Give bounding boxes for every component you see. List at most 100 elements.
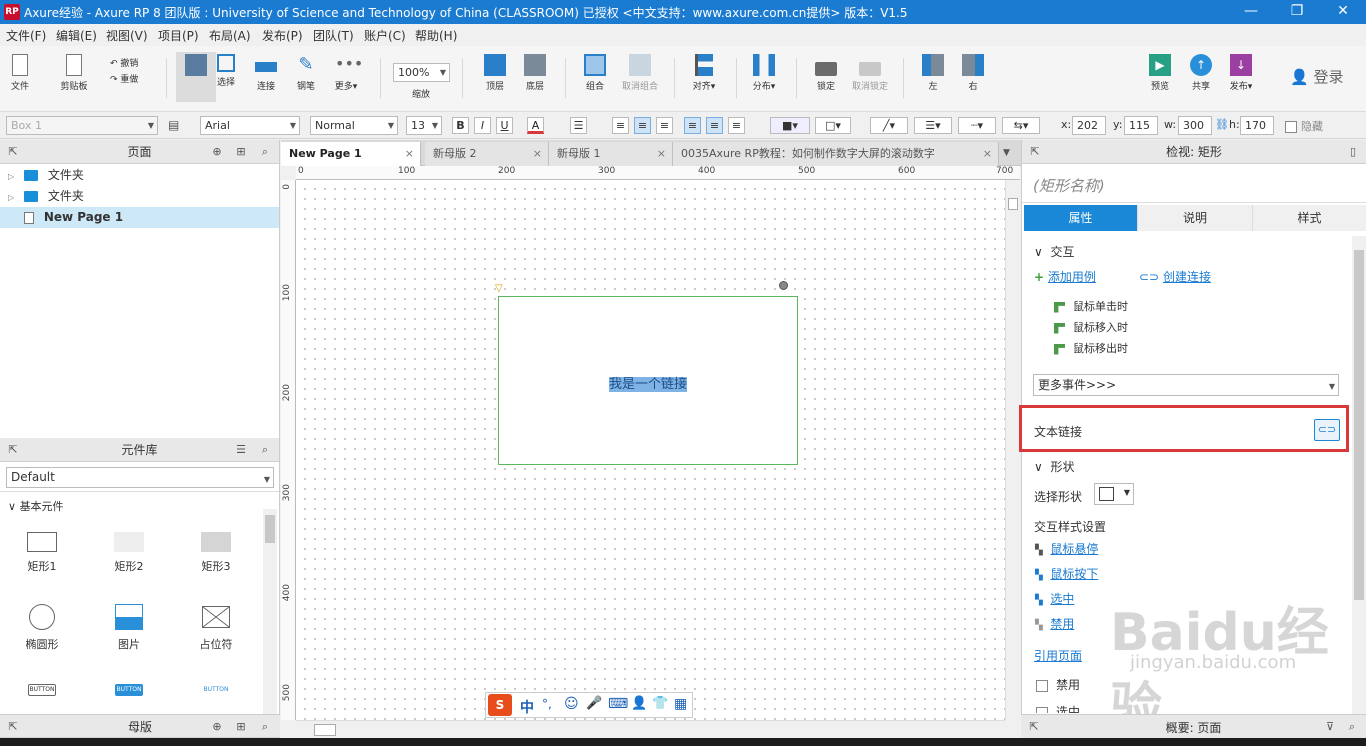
menu-edit[interactable]: 编辑(E) — [56, 27, 97, 44]
collapse-icon[interactable]: ⇱ — [6, 443, 20, 457]
menu-file[interactable]: 文件(F) — [6, 27, 46, 44]
filter-icon[interactable]: ⊽ — [1323, 720, 1337, 734]
skin-icon[interactable]: 👕 — [652, 696, 668, 711]
distribute-button[interactable]: 分布▾ — [744, 54, 784, 92]
checkbox-box[interactable] — [1036, 706, 1048, 713]
w-input[interactable]: 300 — [1178, 116, 1212, 135]
fill-color-icon[interactable]: ■▾ — [770, 117, 810, 134]
border-style-icon[interactable]: ┈▾ — [958, 117, 996, 134]
rectangle-text[interactable]: 我是一个链接 — [499, 373, 797, 392]
login-button[interactable]: 👤 登录 — [1290, 66, 1343, 87]
valign-top-icon[interactable]: ≡ — [684, 117, 701, 134]
sogou-logo-icon[interactable]: S — [488, 694, 512, 716]
select-shape-button[interactable]: ▼ — [1094, 483, 1134, 505]
align-right-icon[interactable]: ≡ — [656, 117, 673, 134]
minimize-button[interactable]: — — [1228, 0, 1274, 24]
shape-name-input[interactable]: (矩形名称) — [1022, 165, 1366, 203]
microphone-icon[interactable]: 🎤 — [586, 696, 602, 711]
align-left-icon[interactable]: ≡ — [612, 117, 629, 134]
undo-button[interactable]: ↶ 撤销 — [110, 56, 138, 69]
checkbox-box[interactable] — [1036, 679, 1048, 692]
add-page-icon[interactable]: ⊕ — [210, 145, 224, 159]
widget-link-button[interactable]: BUTTON — [181, 684, 251, 696]
expand-icon[interactable]: ▷ — [8, 193, 14, 202]
unlock-button[interactable]: 取消锁定 — [848, 54, 892, 92]
border-width-icon[interactable]: ☰▾ — [914, 117, 952, 134]
tabs-dropdown-icon[interactable]: ▼ — [1003, 148, 1010, 158]
style-disabled-link[interactable]: ▚ 禁用 — [1035, 615, 1074, 632]
section-shape[interactable]: ∨ 形状 — [1034, 458, 1074, 475]
style-selected-link[interactable]: ▚ 选中 — [1035, 590, 1074, 607]
add-case-link[interactable]: + 添加用例 — [1034, 268, 1096, 285]
keyboard-icon[interactable]: ⌨ — [608, 696, 628, 712]
menu-layout[interactable]: 布局(A) — [209, 27, 251, 44]
clipboard-button[interactable]: 剪贴板 — [54, 54, 94, 92]
user-icon[interactable]: 👤 — [631, 696, 647, 711]
font-family-select[interactable]: Arial ▼ — [200, 116, 300, 135]
event-onclick[interactable]: 鼠标单击时 — [1054, 298, 1128, 314]
tab-properties[interactable]: 属性 — [1024, 205, 1138, 231]
arrow-style-icon[interactable]: ⇆▾ — [1002, 117, 1040, 134]
section-basic[interactable]: ∨ 基本元件 — [8, 498, 64, 514]
tab-notes[interactable]: 说明 — [1138, 205, 1253, 231]
add-master-icon[interactable]: ⊕ — [210, 720, 224, 734]
text-color-button[interactable]: A — [527, 117, 544, 134]
widget-rect1[interactable]: 矩形1 — [7, 532, 77, 574]
collapse-icon[interactable]: ⇱ — [1028, 145, 1042, 159]
lock-button[interactable]: 锁定 — [806, 54, 846, 92]
rectangle-widget[interactable]: 我是一个链接 — [498, 296, 798, 465]
tree-item-page[interactable]: New Page 1 — [0, 207, 279, 228]
style-mousedown-link[interactable]: ▚ 鼠标按下 — [1035, 565, 1098, 582]
menu-publish[interactable]: 发布(P) — [262, 27, 303, 44]
bring-top-button[interactable]: 顶层 — [475, 54, 515, 92]
widget-name-field[interactable]: Box 1 ▼ — [6, 116, 158, 135]
widget-rect2[interactable]: 矩形2 — [94, 532, 164, 574]
ref-page-link[interactable]: 引用页面 — [1034, 647, 1082, 664]
menu-account[interactable]: 账户(C) — [364, 27, 406, 44]
italic-button[interactable]: I — [474, 117, 491, 134]
widget-ellipse[interactable]: 椭圆形 — [7, 604, 77, 652]
menu-project[interactable]: 项目(P) — [158, 27, 199, 44]
collapse-icon[interactable]: ⇱ — [6, 145, 20, 159]
more-events-select[interactable]: 更多事件>>> ▼ — [1033, 374, 1339, 396]
lock-ratio-icon[interactable]: ⛓ — [1215, 118, 1229, 131]
tree-item-folder[interactable]: ▷ 文件夹 — [0, 186, 279, 207]
scroll-thumb[interactable] — [1008, 198, 1018, 210]
search-icon[interactable]: ⌕ — [258, 720, 272, 734]
tab-master-2[interactable]: 新母版 2 × — [425, 142, 549, 166]
widget-placeholder[interactable]: 占位符 — [181, 604, 251, 652]
collapse-icon[interactable]: ⇱ — [6, 720, 20, 734]
close-icon[interactable]: × — [533, 142, 542, 166]
ime-mode-icon[interactable]: 中 — [520, 697, 534, 717]
style-hover-link[interactable]: ▚ 鼠标悬停 — [1035, 540, 1098, 557]
library-scrollbar[interactable] — [263, 509, 277, 715]
close-button[interactable]: ✕ — [1320, 0, 1366, 24]
close-icon[interactable]: × — [983, 142, 992, 166]
group-button[interactable]: 组合 — [575, 54, 615, 92]
canvas-horizontal-scrollbar[interactable] — [296, 720, 1005, 738]
add-folder-icon[interactable]: ⊞ — [234, 720, 248, 734]
tab-new-page-1[interactable]: New Page 1 × — [281, 142, 421, 166]
scroll-thumb[interactable] — [265, 515, 275, 543]
file-button[interactable]: 文件 — [0, 54, 40, 92]
font-style-select[interactable]: Normal ▼ — [310, 116, 398, 135]
bold-button[interactable]: B — [452, 117, 469, 134]
share-button[interactable]: ↑ 共享 — [1181, 54, 1221, 92]
h-input[interactable]: 170 — [1240, 116, 1274, 135]
search-icon[interactable]: ⌕ — [1345, 720, 1359, 734]
page-icon[interactable]: ▯ — [1346, 145, 1360, 159]
bullet-list-icon[interactable]: ☰ — [570, 117, 587, 134]
menu-team[interactable]: 团队(T) — [313, 27, 354, 44]
close-icon[interactable]: × — [405, 142, 414, 166]
search-icon[interactable]: ⌕ — [258, 443, 272, 457]
scroll-thumb[interactable] — [314, 724, 336, 736]
right-button[interactable]: 右 — [953, 54, 993, 92]
more-button[interactable]: ••• 更多▾ — [326, 54, 366, 92]
menu-help[interactable]: 帮助(H) — [415, 27, 457, 44]
punctuation-icon[interactable]: °, — [542, 697, 552, 711]
shadow-icon[interactable]: □▾ — [815, 117, 851, 134]
maximize-button[interactable]: ❐ — [1274, 0, 1320, 24]
menu-icon[interactable]: ☰ — [234, 443, 248, 457]
publish-button[interactable]: ↓ 发布▾ — [1221, 54, 1261, 92]
search-icon[interactable]: ⌕ — [258, 145, 272, 159]
